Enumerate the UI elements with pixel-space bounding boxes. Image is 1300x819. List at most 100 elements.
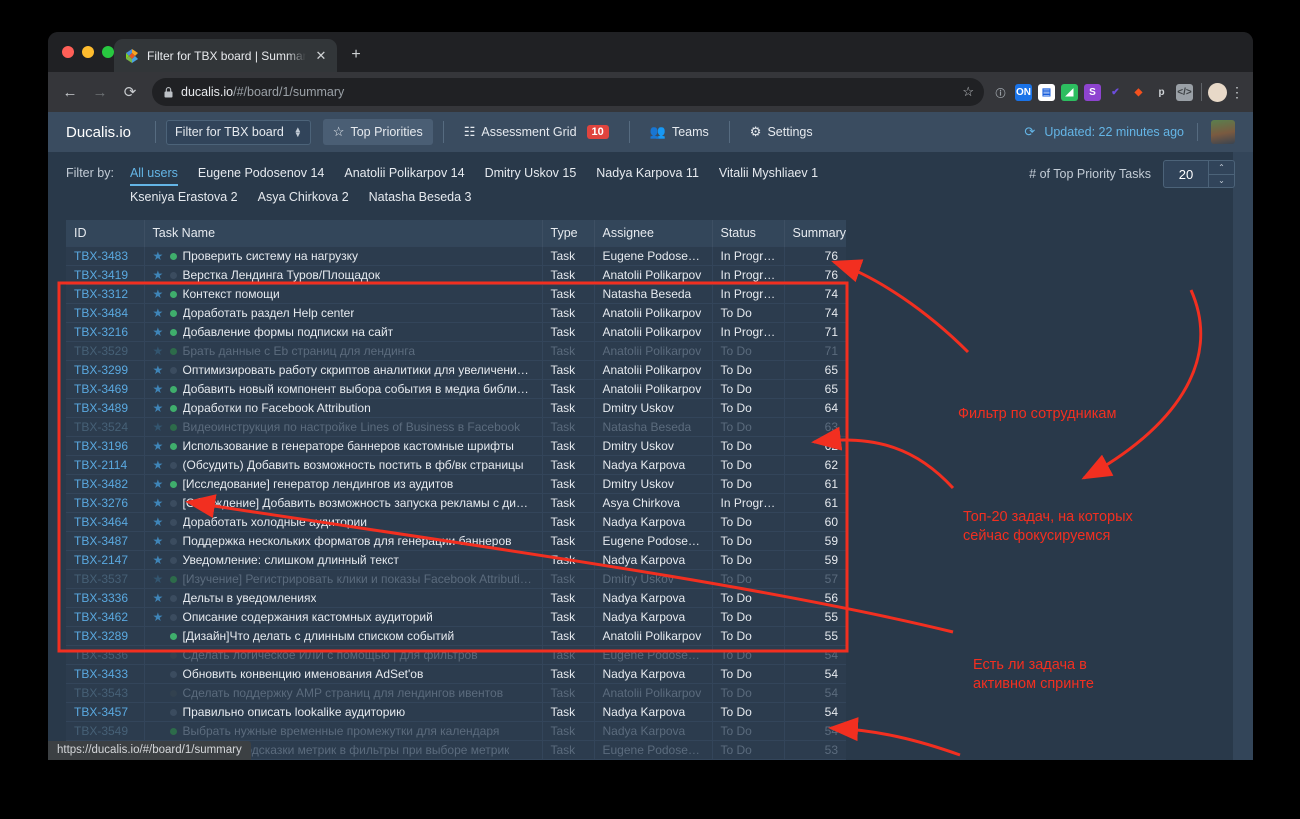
- task-id-link[interactable]: TBX-3543: [66, 683, 145, 703]
- browser-menu-icon[interactable]: ⋮: [1229, 84, 1245, 101]
- table-row[interactable]: TBX-3336 ★ Дельты в уведомлениях Task Nadya …: [66, 588, 846, 608]
- table-col-type[interactable]: Type: [542, 220, 595, 247]
- task-name-cell[interactable]: ★ Доработать холодные аудитории: [144, 512, 543, 532]
- table-col-summary[interactable]: Summary: [784, 220, 846, 247]
- filter-user-8[interactable]: Natasha Beseda 3: [369, 186, 472, 208]
- priority-star-icon[interactable]: ★: [153, 383, 164, 395]
- table-row[interactable]: TBX-3549★Выбрать нужные временные промеж…: [66, 721, 846, 741]
- task-id-link[interactable]: TBX-3484: [66, 303, 145, 323]
- task-name-cell[interactable]: ★ Верстка Лендинга Туров/Площадок: [144, 265, 543, 285]
- priority-star-icon[interactable]: ★: [153, 611, 164, 623]
- priority-star-icon[interactable]: ★: [153, 516, 164, 528]
- task-name-cell[interactable]: ★ Доработки по Facebook Attribution: [144, 398, 543, 418]
- table-row[interactable]: TBX-3419 ★ Верстка Лендинга Туров/Площадок…: [66, 265, 846, 285]
- task-name-cell[interactable]: ★Выбрать нужные временные промежутки для…: [144, 721, 543, 741]
- table-col-status[interactable]: Status: [712, 220, 785, 247]
- nav-item-teams[interactable]: 👥 Teams: [640, 119, 719, 145]
- table-row[interactable]: TBX-3433★Обновить конвенцию именования A…: [66, 664, 846, 684]
- task-id-link[interactable]: TBX-3469: [66, 379, 145, 399]
- table-row[interactable]: TBX-3299 ★ Оптимизировать работу скриптов …: [66, 360, 846, 380]
- task-name-cell[interactable]: ★ Контекст помощи: [144, 284, 543, 304]
- priority-star-icon[interactable]: ★: [153, 478, 164, 490]
- priority-star-icon[interactable]: ★: [153, 421, 164, 433]
- task-name-cell[interactable]: ★ Поддержка нескольких форматов для генер…: [144, 531, 543, 551]
- table-row[interactable]: TBX-3457★Правильно описать lookalike ауд…: [66, 702, 846, 722]
- table-row[interactable]: TBX-3289★[Дизайн]Что делать с длинным сп…: [66, 626, 846, 646]
- bookmark-star-icon[interactable]: ☆: [962, 84, 974, 100]
- task-name-cell[interactable]: ★ Добавление формы подписки на сайт: [144, 322, 543, 342]
- top-priority-count-input[interactable]: 20: [1164, 161, 1208, 187]
- stepper-up-icon[interactable]: ⌃: [1209, 161, 1234, 174]
- task-id-link[interactable]: TBX-3464: [66, 512, 145, 532]
- app-brand-logo[interactable]: Ducalis.io: [66, 124, 131, 141]
- checkmark-icon[interactable]: ✔: [1107, 84, 1124, 101]
- priority-star-icon[interactable]: ★: [153, 269, 164, 281]
- bitwarden-icon[interactable]: ▤: [1038, 83, 1055, 101]
- close-tab-icon[interactable]: ✕: [313, 48, 329, 64]
- priority-star-icon[interactable]: ★: [153, 326, 164, 338]
- adblock-on-icon[interactable]: ON: [1015, 83, 1032, 101]
- table-row[interactable]: TBX-3312 ★ Контекст помощи Task Natasha Bese…: [66, 284, 846, 304]
- filter-user-5[interactable]: Vitalii Myshliaev 1: [719, 162, 818, 186]
- table-col-id[interactable]: ID: [66, 220, 145, 247]
- task-id-link[interactable]: TBX-3433: [66, 664, 145, 684]
- filter-user-2[interactable]: Anatolii Polikarpov 14: [344, 162, 464, 186]
- task-name-cell[interactable]: ★ Уведомление: слишком длинный текст: [144, 550, 543, 570]
- table-row[interactable]: TBX-3529 ★ Брать данные с Eb страниц для л…: [66, 341, 846, 361]
- priority-star-icon[interactable]: ★: [153, 364, 164, 376]
- code-icon[interactable]: </>: [1176, 83, 1193, 101]
- forward-button[interactable]: →: [86, 78, 114, 106]
- task-id-link[interactable]: TBX-3482: [66, 474, 145, 494]
- priority-star-icon[interactable]: ★: [153, 288, 164, 300]
- table-row[interactable]: TBX-2147 ★ Уведомление: слишком длинный те…: [66, 550, 846, 570]
- filter-user-1[interactable]: Eugene Podosenov 14: [198, 162, 325, 186]
- table-row[interactable]: TBX-3536★Сделать логическое ИЛИ с помощь…: [66, 645, 846, 665]
- nav-item-settings[interactable]: ⚙ Settings: [740, 119, 823, 145]
- task-id-link[interactable]: TBX-3487: [66, 531, 145, 551]
- priority-star-icon[interactable]: ★: [153, 592, 164, 604]
- task-name-cell[interactable]: ★ Описание содержания кастомных аудиторий: [144, 607, 543, 627]
- info-icon[interactable]: ⓘ: [992, 84, 1009, 101]
- s-extension-icon[interactable]: S: [1084, 83, 1101, 101]
- task-id-link[interactable]: TBX-3462: [66, 607, 145, 627]
- address-bar[interactable]: ducalis.io/#/board/1/summary ☆: [152, 78, 984, 106]
- priority-star-icon[interactable]: ★: [153, 345, 164, 357]
- task-id-link[interactable]: TBX-3312: [66, 284, 145, 304]
- task-id-link[interactable]: TBX-2114: [66, 455, 145, 475]
- pocket-icon[interactable]: p: [1153, 84, 1170, 101]
- task-name-cell[interactable]: ★ [Изучение] Регистрировать клики и показ…: [144, 569, 543, 589]
- task-id-link[interactable]: TBX-3489: [66, 398, 145, 418]
- task-name-cell[interactable]: ★Правильно описать lookalike аудиторию: [144, 702, 543, 722]
- task-id-link[interactable]: TBX-3336: [66, 588, 145, 608]
- table-row[interactable]: TBX-3487 ★ Поддержка нескольких форматов д…: [66, 531, 846, 551]
- table-row[interactable]: TBX-3462 ★ Описание содержания кастомных а…: [66, 607, 846, 627]
- task-id-link[interactable]: TBX-3529: [66, 341, 145, 361]
- table-col-task-name[interactable]: Task Name: [144, 220, 543, 247]
- filter-user-3[interactable]: Dmitry Uskov 15: [485, 162, 577, 186]
- table-row[interactable]: TBX-3464 ★ Доработать холодные аудитории Ta…: [66, 512, 846, 532]
- task-name-cell[interactable]: ★ Доработать раздел Help center: [144, 303, 543, 323]
- priority-star-icon[interactable]: ★: [153, 573, 164, 585]
- task-id-link[interactable]: TBX-3289: [66, 626, 145, 646]
- priority-star-icon[interactable]: ★: [153, 535, 164, 547]
- table-row[interactable]: TBX-2114 ★ (Обсудить) Добавить возможность…: [66, 455, 846, 475]
- task-id-link[interactable]: TBX-2147: [66, 550, 145, 570]
- priority-star-icon[interactable]: ★: [153, 459, 164, 471]
- table-row[interactable]: TBX-3196 ★ Использование в генераторе банн…: [66, 436, 846, 456]
- orange-bird-icon[interactable]: ◆: [1130, 84, 1147, 101]
- filter-user-4[interactable]: Nadya Karpova 11: [596, 162, 699, 186]
- task-name-cell[interactable]: ★ Проверить систему на нагрузку: [144, 246, 543, 266]
- task-name-cell[interactable]: ★ Добавить новый компонент выбора события…: [144, 379, 543, 399]
- task-name-cell[interactable]: ★ (Обсудить) Добавить возможность постить…: [144, 455, 543, 475]
- stepper-down-icon[interactable]: ⌄: [1209, 173, 1234, 188]
- back-button[interactable]: ←: [56, 78, 84, 106]
- task-name-cell[interactable]: ★ Видеоинструкция по настройке Lines of B…: [144, 417, 543, 437]
- close-window-button[interactable]: [62, 46, 74, 58]
- task-id-link[interactable]: TBX-3216: [66, 322, 145, 342]
- task-id-link[interactable]: TBX-3536: [66, 645, 145, 665]
- table-row[interactable]: TBX-3489 ★ Доработки по Facebook Attributi…: [66, 398, 846, 418]
- task-name-cell[interactable]: ★Сделать поддержку AMP страниц для ленди…: [144, 683, 543, 703]
- nav-item-assessment-grid[interactable]: ☷ Assessment Grid 10: [454, 119, 619, 145]
- task-name-cell[interactable]: ★ Оптимизировать работу скриптов аналитик…: [144, 360, 543, 380]
- priority-star-icon[interactable]: ★: [153, 497, 164, 509]
